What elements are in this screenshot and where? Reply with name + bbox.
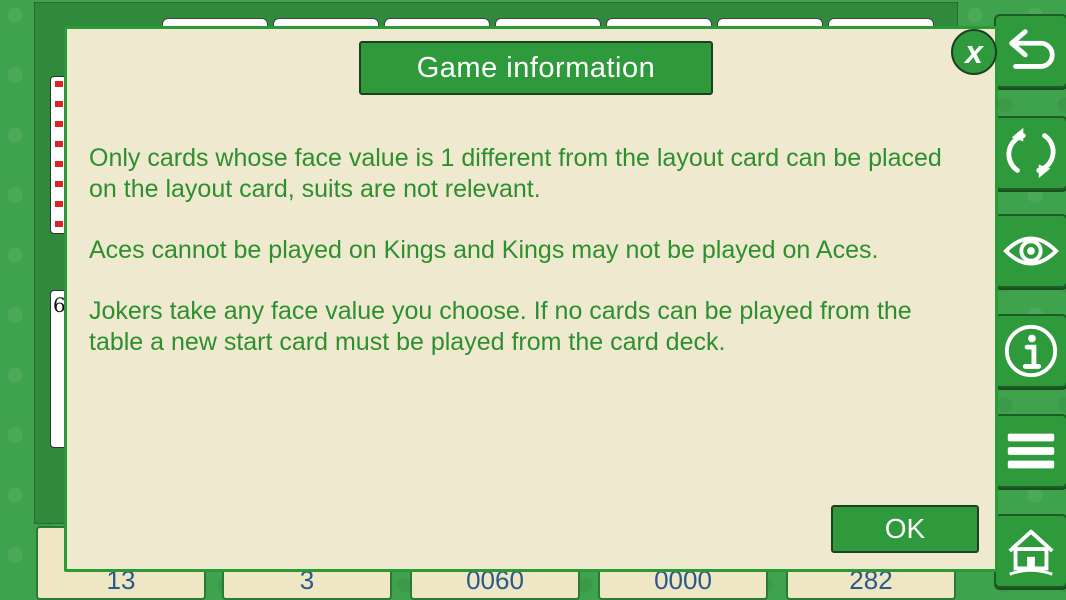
close-icon: x <box>965 34 983 70</box>
game-information-dialog: Game information x Only cards whose face… <box>64 26 998 572</box>
info-button[interactable] <box>994 314 1066 388</box>
home-button[interactable] <box>994 514 1066 588</box>
ok-button[interactable]: OK <box>831 505 979 553</box>
menu-button[interactable] <box>994 414 1066 488</box>
undo-button[interactable] <box>994 14 1066 88</box>
eye-icon <box>1003 236 1059 266</box>
info-paragraph: Aces cannot be played on Kings and Kings… <box>89 236 879 264</box>
info-paragraph: Only cards whose face value is 1 differe… <box>89 144 942 203</box>
close-button[interactable]: x <box>951 29 997 75</box>
dialog-body: Only cards whose face value is 1 differe… <box>89 143 969 388</box>
home-icon <box>1008 529 1054 576</box>
undo-icon <box>1009 29 1055 69</box>
restart-button[interactable] <box>994 116 1066 190</box>
dialog-title: Game information <box>359 41 713 95</box>
info-paragraph: Jokers take any face value you choose. I… <box>89 297 912 356</box>
info-icon <box>1004 324 1058 378</box>
restart-icon <box>1006 127 1056 179</box>
menu-icon <box>1007 433 1055 469</box>
hint-button[interactable] <box>994 214 1066 288</box>
